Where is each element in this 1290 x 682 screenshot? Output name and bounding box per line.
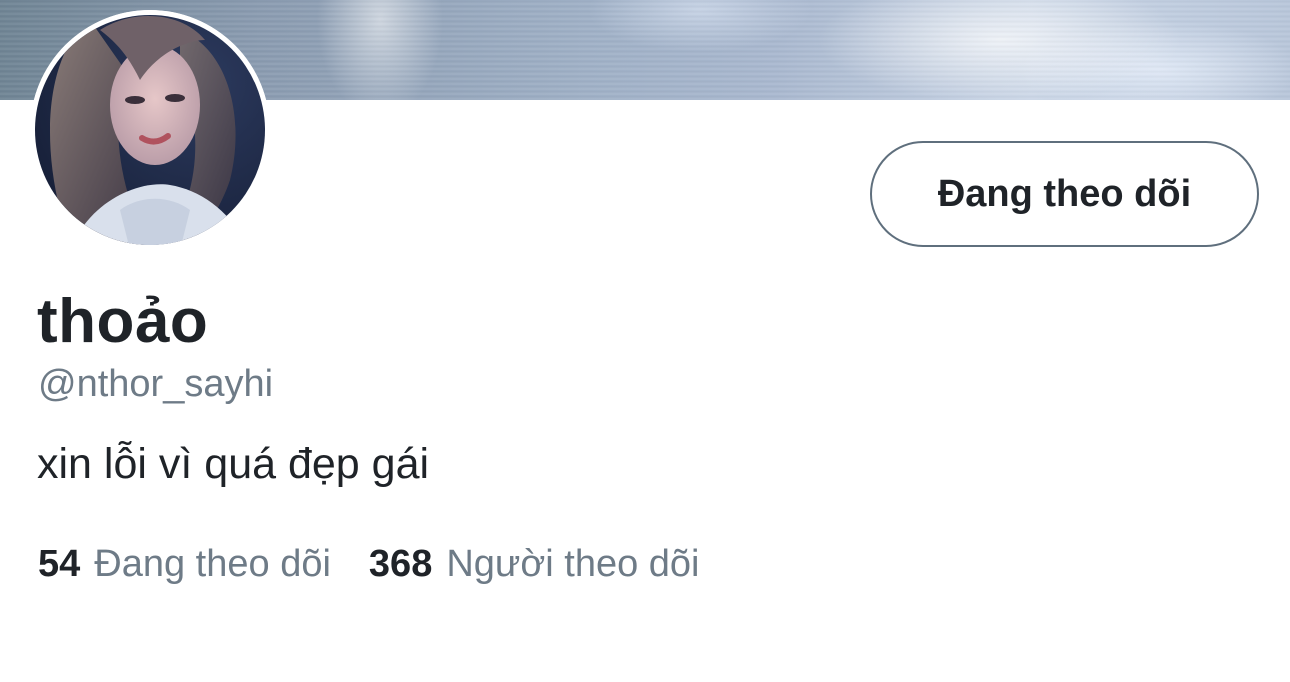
following-count: 54 [38, 543, 81, 585]
followers-label: Người theo dõi [446, 543, 700, 585]
following-stat-link[interactable]: 54 Đang theo dõi [38, 541, 331, 587]
following-button[interactable]: Đang theo dõi [870, 141, 1259, 247]
profile-bio: xin lỗi vì quá đẹp gái [37, 440, 430, 488]
username-handle: @nthor_sayhi [38, 363, 274, 405]
display-name: thoảo [37, 287, 209, 356]
followers-count: 368 [368, 543, 433, 585]
avatar-photo [30, 10, 270, 250]
profile-stats: 54 Đang theo dõi 368 Người theo dõi [38, 541, 700, 587]
following-label: Đang theo dõi [94, 543, 331, 585]
profile-page: Đang theo dõi thoảo @nthor_sayhi xin lỗi… [0, 0, 1290, 682]
avatar[interactable] [30, 10, 270, 250]
followers-stat-link[interactable]: 368 Người theo dõi [369, 541, 700, 587]
